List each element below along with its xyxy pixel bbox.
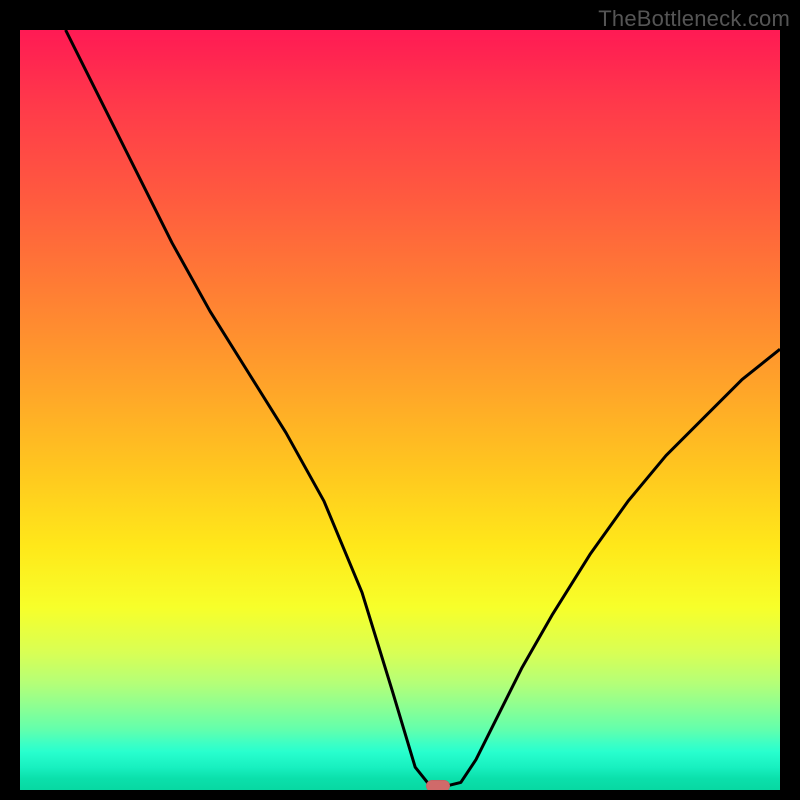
bottleneck-curve <box>20 30 780 790</box>
minimum-marker <box>426 780 450 790</box>
curve-path <box>66 30 780 786</box>
plot-area <box>20 30 780 790</box>
chart-frame: TheBottleneck.com <box>0 0 800 800</box>
watermark-text: TheBottleneck.com <box>598 6 790 32</box>
